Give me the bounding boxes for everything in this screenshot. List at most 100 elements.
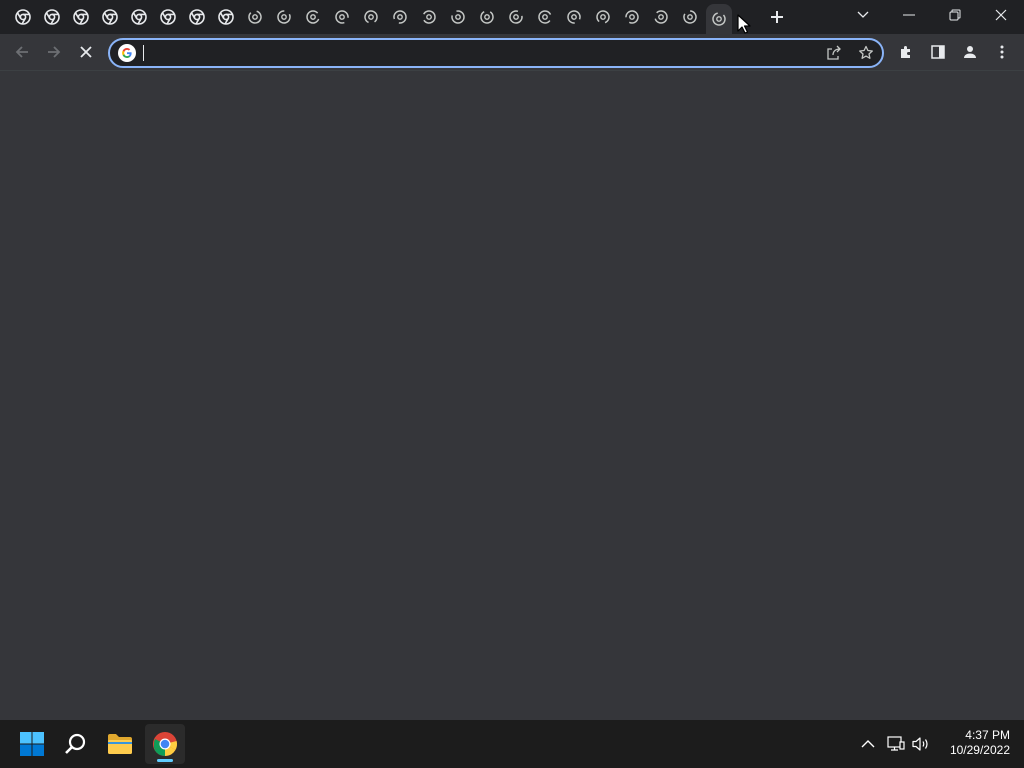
loading-spinner-icon	[712, 12, 726, 26]
profile-button[interactable]	[956, 38, 984, 66]
loading-spinner-icon	[480, 11, 494, 24]
stop-loading-button[interactable]	[72, 38, 100, 66]
tab[interactable]	[358, 4, 384, 30]
extensions-button[interactable]	[892, 38, 920, 66]
tab[interactable]	[619, 4, 645, 30]
close-window-button[interactable]	[978, 0, 1024, 30]
tab[interactable]	[39, 4, 65, 30]
restore-button[interactable]	[932, 0, 978, 30]
file-explorer-button[interactable]	[100, 724, 140, 764]
chrome-taskbar-button[interactable]	[145, 724, 185, 764]
tab[interactable]	[677, 4, 703, 30]
loading-spinner-icon	[538, 10, 552, 24]
search-button[interactable]	[56, 724, 96, 764]
side-panel-button[interactable]	[924, 38, 952, 66]
loading-spinner-icon	[567, 10, 581, 24]
text-caret	[143, 45, 144, 61]
share-icon	[827, 45, 841, 60]
menu-button[interactable]	[988, 38, 1016, 66]
address-bar[interactable]	[108, 38, 884, 68]
chrome-icon	[218, 9, 234, 25]
arrow-left-icon	[15, 46, 28, 58]
puzzle-icon	[901, 46, 910, 58]
page-content	[0, 71, 1024, 720]
share-button[interactable]	[824, 43, 844, 63]
start-button[interactable]	[12, 724, 52, 764]
chevron-down-icon	[857, 11, 869, 18]
tab[interactable]	[68, 4, 94, 30]
tab[interactable]	[97, 4, 123, 30]
back-button[interactable]	[8, 38, 36, 66]
loading-spinner-icon	[654, 10, 668, 24]
taskbar: 4:37 PM 10/29/2022	[0, 720, 1024, 768]
chrome-icon	[131, 9, 147, 25]
tab[interactable]	[184, 4, 210, 30]
clock-date: 10/29/2022	[949, 743, 1010, 757]
tab[interactable]	[271, 4, 297, 30]
show-hidden-icons-button[interactable]	[858, 734, 878, 754]
minimize-button[interactable]	[886, 0, 932, 30]
chevron-up-icon	[861, 740, 875, 748]
more-vert-icon	[1000, 45, 1004, 59]
loading-spinner-icon	[625, 10, 639, 24]
loading-spinner-icon	[248, 10, 262, 24]
minimize-icon	[903, 14, 915, 16]
tab[interactable]	[474, 4, 500, 30]
loading-spinner-icon	[335, 10, 349, 24]
chrome-icon	[160, 9, 176, 25]
tab[interactable]	[532, 4, 558, 30]
clock[interactable]: 4:37 PM 10/29/2022	[938, 728, 1010, 758]
close-icon	[995, 9, 1007, 21]
folder-icon	[108, 734, 132, 754]
search-icon	[65, 733, 86, 754]
tab[interactable]	[416, 4, 442, 30]
network-icon	[887, 736, 905, 751]
tab[interactable]	[503, 4, 529, 30]
tab[interactable]	[300, 4, 326, 30]
tab[interactable]	[213, 4, 239, 30]
tab[interactable]	[706, 4, 732, 34]
speaker-icon	[912, 737, 928, 751]
tab[interactable]	[10, 4, 36, 30]
loading-spinner-icon	[364, 10, 378, 24]
tab[interactable]	[590, 4, 616, 30]
plus-icon	[771, 11, 783, 23]
loading-spinner-icon	[509, 10, 523, 24]
network-button[interactable]	[886, 734, 906, 754]
loading-spinner-icon	[277, 10, 291, 24]
loading-spinner-icon	[306, 10, 320, 24]
tab[interactable]	[242, 4, 268, 30]
tab[interactable]	[155, 4, 181, 30]
chrome-icon	[102, 9, 118, 25]
loading-spinner-icon	[596, 10, 610, 24]
tab[interactable]	[387, 4, 413, 30]
bookmark-button[interactable]	[856, 43, 876, 63]
volume-button[interactable]	[910, 734, 930, 754]
tab[interactable]	[445, 4, 471, 30]
forward-button[interactable]	[40, 38, 68, 66]
restore-icon	[949, 9, 961, 21]
tab-strip	[0, 0, 1024, 34]
chrome-icon	[44, 9, 60, 25]
address-input[interactable]	[142, 42, 782, 64]
tab[interactable]	[329, 4, 355, 30]
chrome-icon	[73, 9, 89, 25]
side-panel-icon	[931, 45, 945, 59]
tab[interactable]	[126, 4, 152, 30]
close-icon	[80, 46, 92, 58]
new-tab-button[interactable]	[765, 5, 789, 29]
clock-time: 4:37 PM	[965, 728, 1010, 742]
arrow-right-icon	[48, 46, 61, 58]
loading-spinner-icon	[683, 10, 697, 24]
tab-search-button[interactable]	[840, 0, 886, 30]
active-app-indicator	[157, 759, 173, 762]
tab[interactable]	[648, 4, 674, 30]
mouse-cursor-icon	[737, 14, 751, 34]
browser-toolbar	[0, 34, 1024, 71]
person-icon	[964, 46, 976, 58]
google-icon	[118, 44, 136, 62]
tab[interactable]	[561, 4, 587, 30]
chrome-icon	[153, 732, 177, 756]
chrome-icon	[15, 9, 31, 25]
star-icon	[859, 45, 873, 59]
